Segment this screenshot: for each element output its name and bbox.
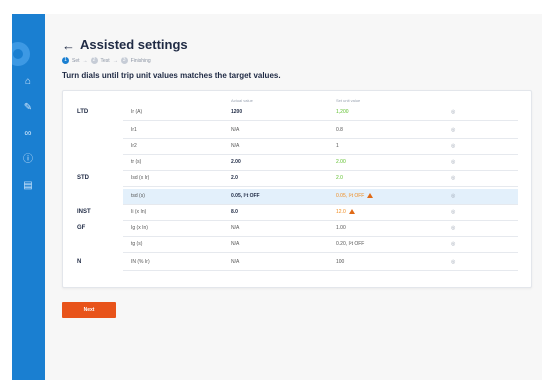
current-value: 8.0: [231, 209, 238, 215]
page-title: Assisted settings: [80, 37, 188, 52]
eye-icon[interactable]: ◎: [451, 259, 455, 265]
target-value: 100: [336, 259, 344, 265]
step-1-dot: 1: [62, 57, 69, 64]
parameter-name: tr (s): [131, 159, 142, 165]
eye-icon[interactable]: ◎: [451, 193, 455, 199]
table-row: Ir2 N/A 1 ◎: [123, 139, 518, 155]
instruction-text: Turn dials until trip unit values matche…: [62, 71, 281, 80]
group-label: LTD: [77, 109, 89, 115]
back-arrow-icon[interactable]: ←: [62, 38, 75, 53]
parameter-name: IN (% Ir): [131, 259, 150, 265]
column-header-actual: Actual value: [231, 98, 253, 103]
table-row: Ii (x In) 8.0 12.0 ◎: [123, 205, 518, 221]
step-2-label: Test: [100, 57, 110, 64]
target-value-text: 1.00: [336, 225, 346, 231]
table-row: IN (% Ir) N/A 100 ◎: [123, 255, 518, 271]
eye-icon[interactable]: ◎: [451, 175, 455, 181]
target-value: 1.00: [336, 225, 346, 231]
target-value: 2.00: [336, 159, 346, 165]
table-row: Ir (A) 1200 1,200 ◎: [123, 105, 518, 121]
settings-table: Actual value Set unit value LTD Ir (A) 120…: [62, 90, 532, 288]
target-value-text: 1,200: [336, 109, 349, 115]
current-value: N/A: [231, 259, 240, 265]
parameter-name: Ir1: [131, 127, 137, 133]
next-button[interactable]: Next: [62, 302, 116, 318]
step-1-label: Set: [72, 57, 80, 64]
warning-icon: [348, 209, 355, 214]
table-row: tsd (s) 0.05, I²t OFF 0.05, I²t OFF ◎: [123, 189, 518, 205]
wrench-icon[interactable]: ✎: [22, 102, 34, 114]
current-value: N/A: [231, 143, 240, 149]
stepper: 1 Set → 2 Test → 3 Finishing: [62, 57, 151, 64]
document-icon[interactable]: ▤: [22, 180, 34, 192]
target-value-text: 2.0: [336, 175, 343, 181]
parameter-name: Ig (x In): [131, 225, 148, 231]
step-3-dot: 3: [120, 57, 128, 64]
current-value: N/A: [231, 127, 240, 133]
table-row: tr (s) 2.00 2.00 ◎: [123, 155, 518, 171]
group-label: N: [77, 259, 82, 265]
target-value: 1: [336, 143, 339, 149]
target-value: 0.8: [336, 127, 343, 133]
target-value: 2.0: [336, 175, 343, 181]
eye-icon[interactable]: ◎: [451, 143, 455, 149]
warning-icon: [367, 193, 374, 198]
eye-icon[interactable]: ◎: [451, 127, 455, 133]
eye-icon[interactable]: ◎: [451, 159, 455, 165]
step-arrow-icon: →: [112, 57, 118, 64]
parameter-name: Ii (x In): [131, 209, 147, 215]
target-value-text: 0.20, I²t OFF: [336, 241, 365, 247]
group-label: INST: [77, 209, 91, 215]
parameter-name: Isd (x Ir): [131, 175, 150, 181]
target-value: 0.20, I²t OFF: [336, 241, 364, 247]
parameter-name: tsd (s): [131, 193, 145, 199]
gear-logo-icon: [12, 42, 30, 66]
eye-icon[interactable]: ◎: [451, 109, 455, 115]
home-icon[interactable]: ⌂: [22, 76, 34, 88]
group-label: STD: [77, 175, 89, 181]
target-value-text: 0.8: [336, 127, 343, 133]
group-label: GF: [77, 225, 86, 231]
eye-icon[interactable]: ◎: [451, 241, 455, 247]
target-value-text: 100: [336, 259, 345, 265]
link-icon[interactable]: ∞: [22, 128, 34, 140]
current-value: N/A: [231, 241, 240, 247]
step-3-label: Finishing: [130, 57, 151, 64]
parameter-name: Ir2: [131, 143, 137, 149]
eye-icon[interactable]: ◎: [451, 209, 455, 215]
target-value-text: 2.00: [336, 159, 346, 165]
current-value: 2.00: [231, 159, 241, 165]
info-icon[interactable]: ⓘ: [22, 154, 34, 166]
current-value: 2.0: [231, 175, 238, 181]
parameter-name: tg (s): [131, 241, 143, 247]
target-value-text: 1: [336, 143, 339, 149]
current-value: 1200: [231, 109, 243, 115]
step-arrow-icon: →: [82, 57, 88, 64]
sidebar: ⌂ ✎ ∞ ⓘ ▤: [12, 14, 45, 380]
step-2-dot: 2: [90, 57, 98, 64]
column-header-set: Set unit value: [336, 98, 361, 103]
target-value-text: 12.0: [336, 209, 346, 215]
target-value: 0.05, I²t OFF: [336, 193, 374, 199]
table-row: Isd (x Ir) 2.0 2.0 ◎: [123, 171, 518, 187]
table-row: tg (s) N/A 0.20, I²t OFF ◎: [123, 237, 518, 253]
current-value: N/A: [231, 225, 240, 231]
table-row: Ir1 N/A 0.8 ◎: [123, 123, 518, 139]
current-value: 0.05, I²t OFF: [231, 193, 260, 199]
target-value: 12.0: [336, 209, 355, 215]
target-value: 1,200: [336, 109, 349, 115]
eye-icon[interactable]: ◎: [451, 225, 455, 231]
table-row: Ig (x In) N/A 1.00 ◎: [123, 221, 518, 237]
parameter-name: Ir (A): [131, 109, 143, 115]
target-value-text: 0.05, I²t OFF: [336, 193, 365, 199]
